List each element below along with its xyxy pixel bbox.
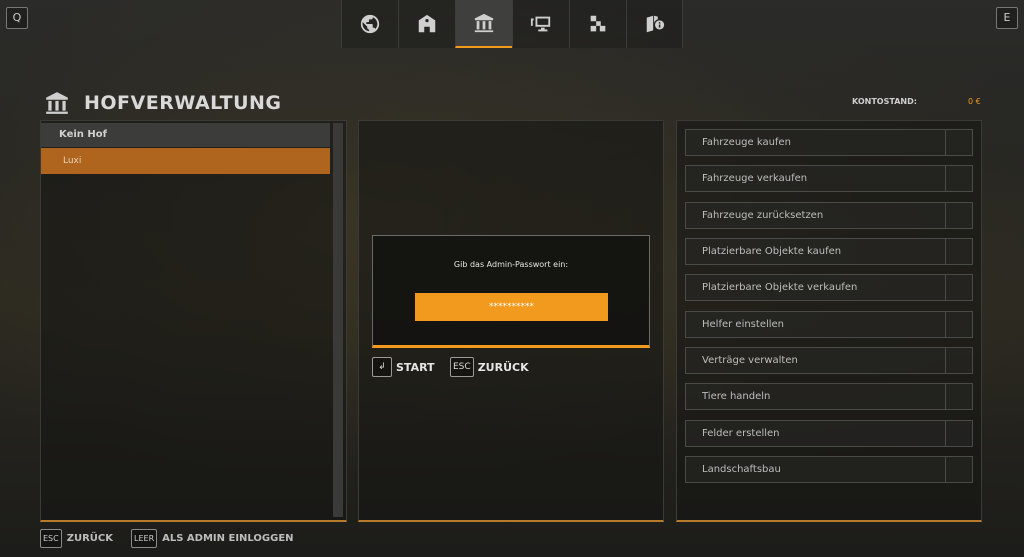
permission-toggle[interactable] (945, 421, 972, 446)
permission-item[interactable]: Landschaftsbau (685, 456, 973, 483)
permission-label: Fahrzeuge verkaufen (702, 173, 808, 184)
farm-management-icon (474, 13, 494, 33)
permission-toggle[interactable] (945, 348, 972, 373)
tab-multiplayer[interactable] (512, 0, 569, 48)
globe-icon (360, 14, 380, 34)
farm-list-header[interactable]: Kein Hof (41, 123, 330, 147)
permission-item[interactable]: Platzierbare Objekte kaufen (685, 238, 973, 265)
permission-item[interactable]: Fahrzeuge zurücksetzen (685, 202, 973, 229)
permission-label: Fahrzeuge kaufen (702, 137, 791, 148)
permission-item[interactable]: Verträge verwalten (685, 347, 973, 374)
back-button[interactable]: ESC ZURÜCK (40, 529, 113, 548)
back-label: ZURÜCK (66, 533, 113, 544)
farm-list-panel: Kein Hof Luxi (40, 120, 347, 522)
permission-item[interactable]: Felder erstellen (685, 420, 973, 447)
tab-farm-management[interactable] (455, 0, 512, 48)
dialog-back-label: ZURÜCK (477, 360, 529, 374)
permission-toggle[interactable] (945, 239, 972, 264)
permission-toggle[interactable] (945, 312, 972, 337)
permission-toggle[interactable] (945, 275, 972, 300)
permission-label: Felder erstellen (702, 428, 780, 439)
esc-key-icon: ESC (40, 529, 62, 548)
permission-item[interactable]: Tiere handeln (685, 383, 973, 410)
admin-password-input[interactable]: ********** (415, 293, 608, 321)
permission-label: Landschaftsbau (702, 464, 781, 475)
admin-login-label: ALS ADMIN EINLOGGEN (162, 533, 294, 544)
esc-key-icon: ESC (450, 357, 474, 377)
tab-help[interactable] (626, 0, 683, 48)
tab-production[interactable] (569, 0, 626, 48)
farm-list-scrollbar[interactable] (333, 123, 343, 517)
balance-value: 0 € (968, 97, 981, 106)
permission-item[interactable]: Helfer einstellen (685, 311, 973, 338)
start-label: START (396, 360, 435, 374)
next-page-key[interactable]: E (996, 7, 1018, 29)
permission-label: Verträge verwalten (702, 355, 798, 366)
farm-list-item[interactable]: Luxi (41, 148, 330, 174)
permission-label: Tiere handeln (702, 391, 771, 402)
prev-page-key[interactable]: Q (6, 7, 28, 29)
permission-label: Platzierbare Objekte kaufen (702, 246, 842, 257)
permission-label: Fahrzeuge zurücksetzen (702, 210, 824, 221)
permission-label: Platzierbare Objekte verkaufen (702, 282, 858, 293)
barn-icon (418, 14, 436, 33)
info-book-icon (646, 15, 664, 33)
page-title: HOFVERWALTUNG (84, 92, 282, 114)
page-header: HOFVERWALTUNG (42, 90, 282, 116)
boxes-icon (590, 15, 606, 32)
dialog-prompt: Gib das Admin-Passwort ein: (453, 260, 569, 269)
top-bar: Q E (0, 0, 1024, 48)
tab-farm[interactable] (398, 0, 455, 48)
permission-toggle[interactable] (945, 166, 972, 191)
page-tabs (341, 0, 683, 48)
permission-item[interactable]: Fahrzeuge kaufen (685, 129, 973, 156)
permission-label: Helfer einstellen (702, 319, 785, 330)
permission-toggle[interactable] (945, 457, 972, 482)
enter-key-icon: ↲ (372, 357, 392, 377)
admin-login-button[interactable]: LEER ALS ADMIN EINLOGGEN (131, 529, 294, 548)
balance-label: KONTOSTAND: (852, 97, 917, 106)
admin-password-dialog: Gib das Admin-Passwort ein: ********** (372, 235, 650, 348)
network-icon (530, 16, 551, 32)
permission-item[interactable]: Platzierbare Objekte verkaufen (685, 274, 973, 301)
start-button[interactable]: ↲ START (372, 357, 435, 377)
dialog-back-button[interactable]: ESC ZURÜCK (450, 357, 529, 377)
space-key-icon: LEER (131, 529, 158, 548)
permission-toggle[interactable] (945, 384, 972, 409)
tab-map[interactable] (341, 0, 398, 48)
permission-toggle[interactable] (945, 203, 972, 228)
permission-toggle[interactable] (945, 130, 972, 155)
farm-management-icon (46, 92, 68, 114)
permission-item[interactable]: Fahrzeuge verkaufen (685, 165, 973, 192)
